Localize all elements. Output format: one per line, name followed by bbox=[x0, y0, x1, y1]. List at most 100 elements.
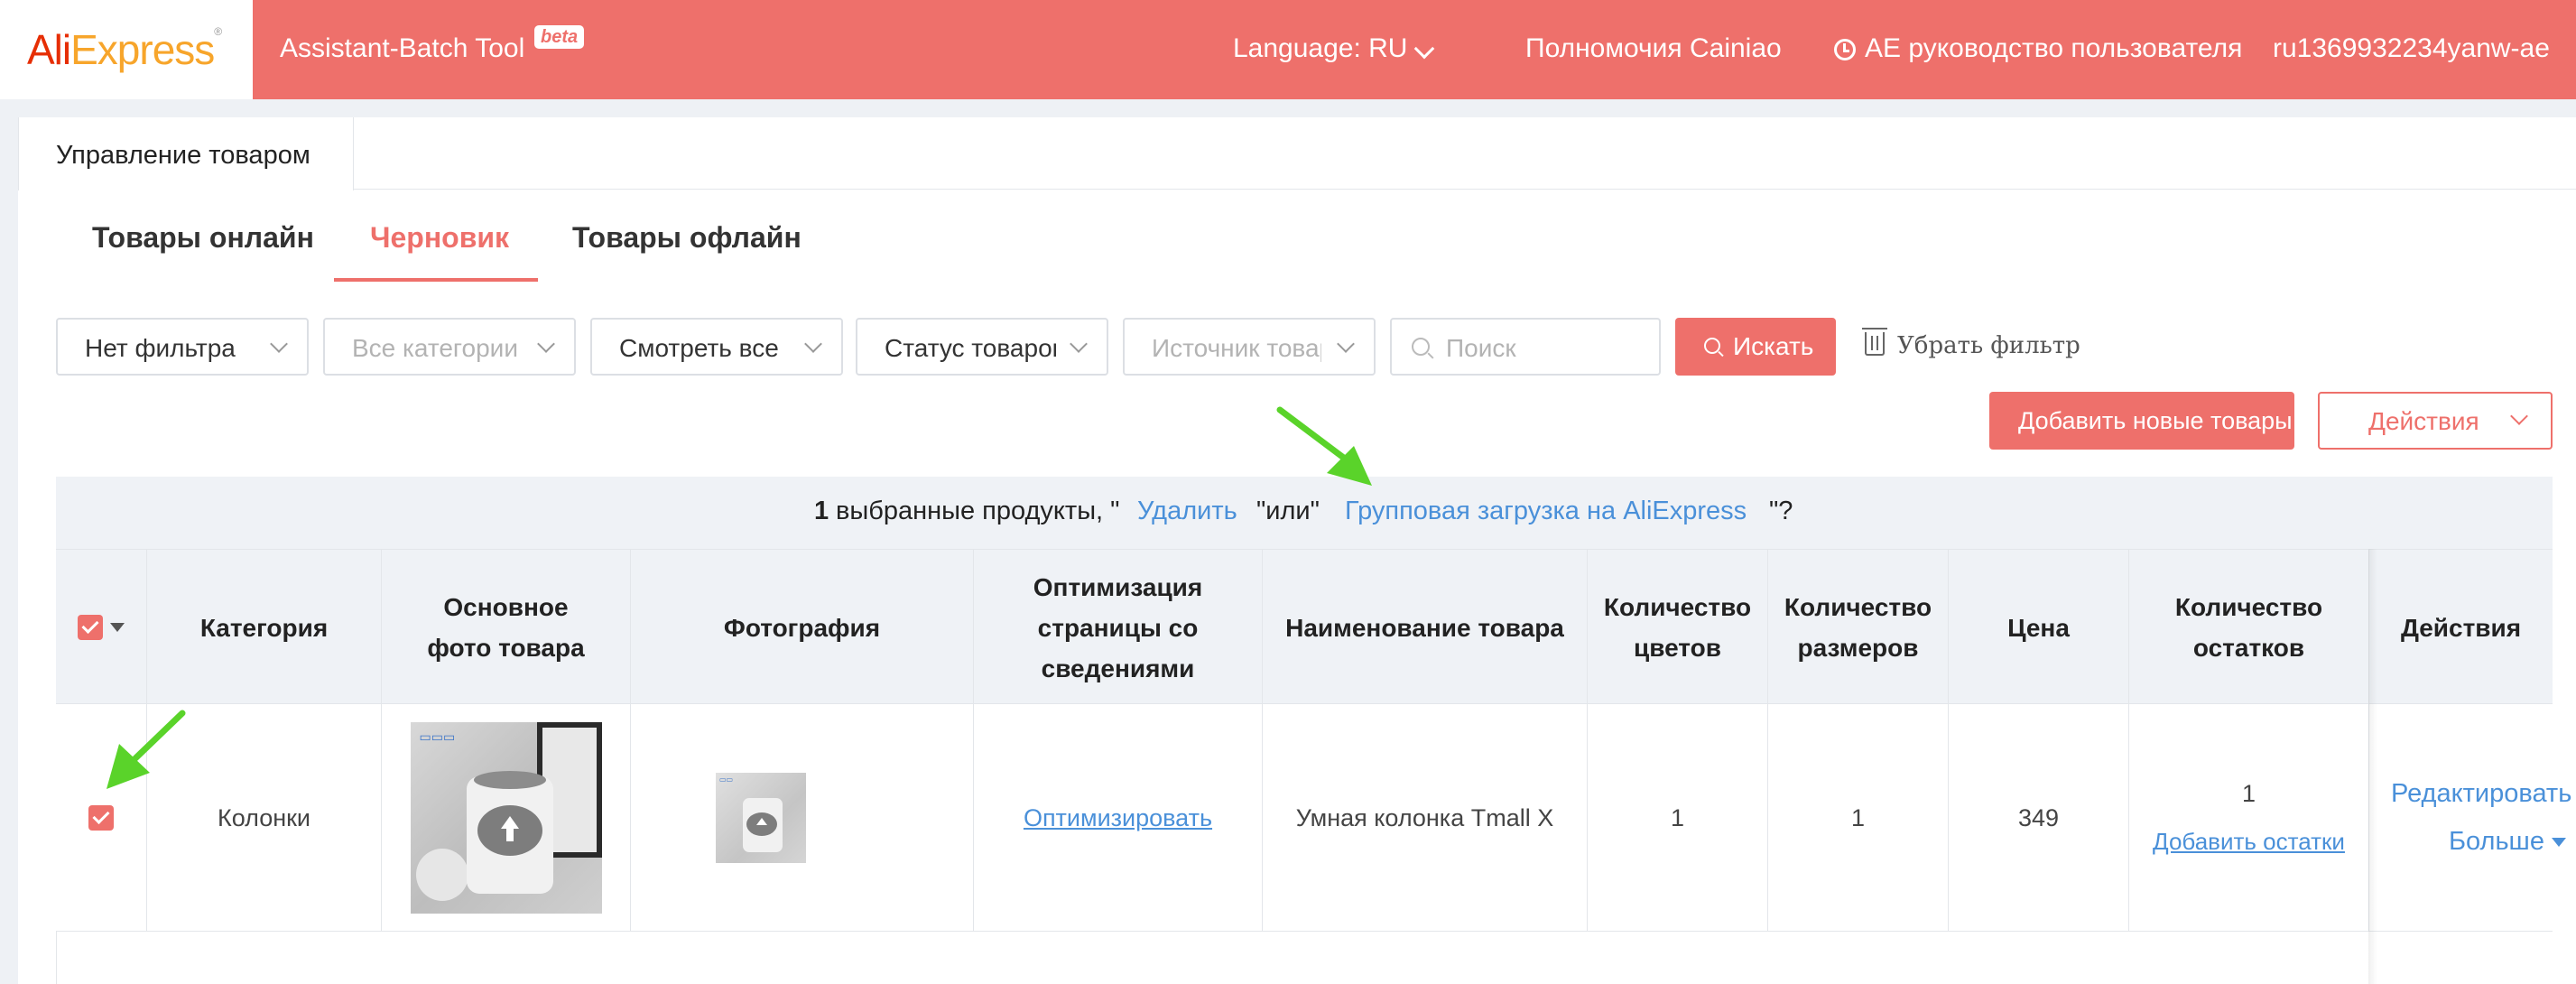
annotation-arrow-icon bbox=[107, 710, 186, 789]
category-select[interactable]: Все категории bbox=[323, 318, 576, 376]
view-select-value: Смотреть все bbox=[619, 334, 779, 362]
bulk-upload-link[interactable]: Групповая загрузка на AliExpress bbox=[1345, 497, 1747, 526]
clear-filter-label: Убрать фильтр bbox=[1897, 332, 2080, 359]
annotation-arrow-icon bbox=[1276, 406, 1372, 486]
header-main-photo: Основное фото товара bbox=[381, 550, 630, 705]
cell-optimize: Оптимизировать bbox=[973, 704, 1262, 932]
actions-button-label: Действия bbox=[2368, 407, 2479, 435]
products-table: Категория Основное фото товара Фотографи… bbox=[56, 549, 2571, 984]
chevron-down-icon bbox=[804, 335, 822, 353]
header-stock-count: Количество остатков bbox=[2128, 550, 2368, 705]
logo-ali: Ali bbox=[27, 26, 71, 73]
brand-mark-icon: ▭▭▭ bbox=[419, 729, 456, 744]
caret-down-icon bbox=[2551, 838, 2566, 848]
more-link[interactable]: Больше bbox=[2449, 827, 2544, 856]
cell-actions: Редактировать Больше bbox=[2368, 704, 2576, 932]
status-select[interactable]: Статус товаров bbox=[856, 318, 1108, 376]
cell-stock: 1 Добавить остатки bbox=[2128, 704, 2368, 932]
chevron-down-icon[interactable] bbox=[1413, 38, 1435, 60]
upload-arrow-stem bbox=[505, 829, 514, 841]
table-header: Категория Основное фото товара Фотографи… bbox=[56, 549, 2553, 705]
row-checkbox[interactable] bbox=[88, 805, 114, 831]
delete-link[interactable]: Удалить bbox=[1137, 497, 1237, 526]
header-product-name: Наименование товара bbox=[1262, 550, 1587, 705]
source-select[interactable]: Источник товаров bbox=[1123, 318, 1376, 376]
actions-dropdown-button[interactable]: Действия bbox=[2318, 392, 2553, 450]
card-tab-strip bbox=[18, 117, 2576, 190]
trash-icon bbox=[1862, 328, 1887, 356]
search-icon bbox=[1704, 338, 1720, 354]
edit-link[interactable]: Редактировать bbox=[2391, 779, 2571, 809]
search-button[interactable]: Искать bbox=[1675, 318, 1836, 376]
logo-box: AliExpress® bbox=[0, 0, 253, 99]
header-actions: Действия bbox=[2368, 550, 2553, 705]
user-guide-link[interactable]: AE руководство пользователя bbox=[1865, 33, 2242, 64]
language-selector[interactable]: Language: RU bbox=[1233, 33, 1407, 64]
sticky-column-shadow bbox=[2368, 549, 2377, 984]
search-input[interactable]: Поиск bbox=[1390, 318, 1661, 376]
header-colors-count: Количество цветов bbox=[1587, 550, 1767, 705]
search-button-label: Искать bbox=[1733, 332, 1814, 360]
category-select-value: Все категории bbox=[352, 334, 518, 362]
active-tab-underline bbox=[334, 278, 538, 282]
search-icon bbox=[1412, 338, 1430, 356]
table-left-border bbox=[56, 932, 57, 984]
cell-colors-count: 1 bbox=[1587, 704, 1767, 932]
cell-product-name: Умная колонка Tmall X bbox=[1262, 704, 1587, 932]
filter-select-value: Нет фильтра bbox=[85, 334, 236, 362]
tab-product-management[interactable]: Управление товаром bbox=[18, 117, 354, 190]
chevron-down-icon bbox=[2510, 407, 2528, 425]
logo-express: Express bbox=[70, 26, 215, 73]
stock-value: 1 bbox=[2241, 780, 2256, 807]
caret-down-icon[interactable] bbox=[110, 623, 125, 632]
source-select-value: Источник товаров bbox=[1152, 334, 1321, 362]
chevron-down-icon bbox=[1070, 335, 1088, 353]
speaker-top bbox=[473, 771, 546, 789]
selected-text: выбранные продукты, " bbox=[836, 497, 1120, 525]
tool-title: Assistant-Batch Tool bbox=[280, 33, 525, 63]
add-new-products-button[interactable]: Добавить новые товары bbox=[1989, 392, 2294, 450]
aliexpress-logo[interactable]: AliExpress® bbox=[27, 25, 222, 74]
header-page-optimization: Оптимизация страницы со сведениями bbox=[973, 550, 1262, 705]
chevron-down-icon bbox=[1337, 335, 1355, 353]
clock-icon bbox=[1834, 39, 1856, 60]
select-all-checkbox[interactable] bbox=[78, 615, 103, 640]
beta-badge: beta bbox=[534, 25, 585, 49]
cell-sizes-count: 1 bbox=[1767, 704, 1948, 932]
add-button-label: Добавить новые товары bbox=[2018, 407, 2293, 434]
or-text: "или" bbox=[1256, 497, 1320, 525]
question-end: "? bbox=[1769, 497, 1793, 525]
table-row: Колонки ▭▭▭ ▭▭ Оптимизировать Умная коло… bbox=[56, 704, 2571, 932]
add-stock-link[interactable]: Добавить остатки bbox=[2153, 828, 2345, 856]
logo-reg: ® bbox=[214, 25, 222, 38]
header-sizes-count: Количество размеров bbox=[1767, 550, 1948, 705]
top-bar: AliExpress® Assistant-Batch Tool beta La… bbox=[0, 0, 2576, 99]
selected-count: 1 bbox=[814, 497, 829, 525]
header-photo: Фотография bbox=[630, 550, 973, 705]
brand-mark-icon: ▭▭ bbox=[719, 775, 734, 784]
status-select-value: Статус товаров bbox=[885, 334, 1056, 362]
select-all-header bbox=[56, 550, 146, 705]
chevron-down-icon bbox=[537, 335, 555, 353]
image-sphere bbox=[415, 849, 468, 901]
tab-drafts[interactable]: Черновик bbox=[370, 221, 509, 255]
search-placeholder: Поиск bbox=[1446, 334, 1516, 362]
tab-online-products[interactable]: Товары онлайн bbox=[92, 221, 314, 255]
header-price: Цена bbox=[1948, 550, 2128, 705]
cell-price: 349 bbox=[1948, 704, 2128, 932]
header-category: Категория bbox=[146, 550, 381, 705]
main-product-image[interactable]: ▭▭▭ bbox=[410, 722, 602, 914]
cell-main-photo: ▭▭▭ bbox=[381, 704, 630, 932]
tab-label: Управление товаром bbox=[56, 141, 310, 170]
tab-offline-products[interactable]: Товары офлайн bbox=[572, 221, 802, 255]
upload-arrow-icon bbox=[756, 818, 767, 825]
user-account[interactable]: ru1369932234yanw-ae bbox=[2273, 33, 2550, 64]
more-dropdown[interactable]: Больше bbox=[2449, 827, 2566, 857]
filter-select[interactable]: Нет фильтра bbox=[56, 318, 309, 376]
upload-arrow-icon bbox=[500, 816, 519, 829]
view-select[interactable]: Смотреть все bbox=[590, 318, 843, 376]
product-thumbnail-image[interactable]: ▭▭ bbox=[716, 773, 806, 863]
optimize-link[interactable]: Оптимизировать bbox=[1024, 804, 1212, 832]
cell-photo: ▭▭ bbox=[630, 704, 973, 932]
cainiao-permissions-link[interactable]: Полномочия Cainiao bbox=[1525, 33, 1782, 64]
